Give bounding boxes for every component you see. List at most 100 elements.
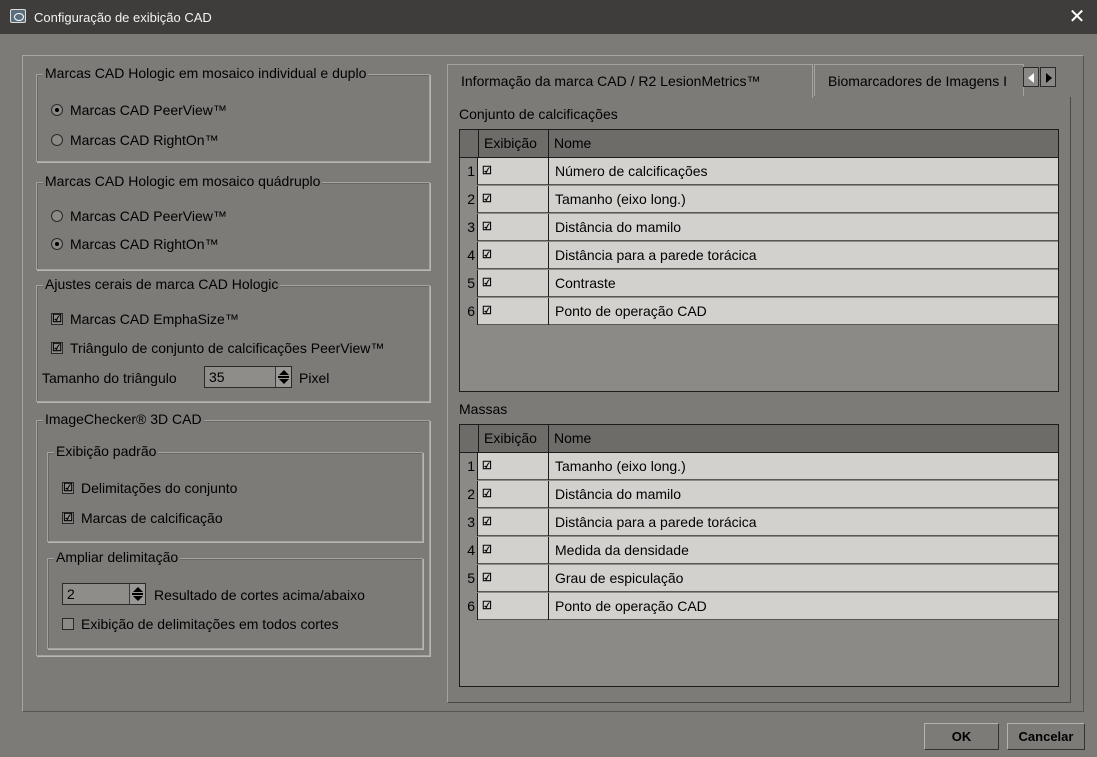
checkbox-label: Marcas CAD EmphaSize™ bbox=[70, 311, 239, 327]
row-number: 5 bbox=[460, 565, 478, 592]
group-legend: Marcas CAD Hologic em mosaico individual… bbox=[43, 65, 369, 81]
checkbox-checked-icon[interactable]: ☑ bbox=[482, 305, 494, 317]
triangle-size-value[interactable]: 35 bbox=[205, 367, 275, 387]
table-row[interactable]: 2 ☑ Tamanho (eixo long.) bbox=[460, 186, 1058, 213]
row-number: 6 bbox=[460, 593, 478, 620]
checkbox-label: Exibição de delimitações em todos cortes bbox=[81, 616, 339, 632]
radio-label: Marcas CAD PeerView™ bbox=[70, 102, 227, 118]
tab-cad-mark-info[interactable]: Informação da marca CAD / R2 LesionMetri… bbox=[447, 64, 813, 98]
checkbox-checked-icon[interactable]: ☑ bbox=[51, 342, 63, 354]
radio-label: Marcas CAD RightOn™ bbox=[70, 132, 219, 148]
group-imagechecker-3d: ImageChecker® 3D CAD Exibição padrão ☑ D… bbox=[36, 411, 430, 656]
triangle-size-stepper[interactable]: 35 bbox=[204, 366, 292, 388]
radio-peerview-quad[interactable]: Marcas CAD PeerView™ bbox=[51, 208, 227, 224]
table-row[interactable]: 1 ☑ Tamanho (eixo long.) bbox=[460, 453, 1058, 480]
row-name: Distância do mamilo bbox=[555, 219, 682, 235]
radio-righton-quad[interactable]: Marcas CAD RightOn™ bbox=[51, 236, 219, 252]
radio-selected-icon[interactable] bbox=[51, 238, 63, 250]
row-name: Ponto de operação CAD bbox=[555, 303, 707, 319]
checkbox-checked-icon[interactable]: ☑ bbox=[482, 165, 494, 177]
table-row[interactable]: 4 ☑ Medida da densidade bbox=[460, 537, 1058, 564]
slices-value[interactable]: 2 bbox=[63, 584, 129, 604]
radio-peerview-single[interactable]: Marcas CAD PeerView™ bbox=[51, 102, 227, 118]
cancel-button[interactable]: Cancelar bbox=[1007, 723, 1085, 750]
radio-label: Marcas CAD PeerView™ bbox=[70, 208, 227, 224]
row-number: 4 bbox=[460, 537, 478, 564]
table-row[interactable]: 6 ☑ Ponto de operação CAD bbox=[460, 298, 1058, 325]
checkbox-triangle[interactable]: ☑ Triângulo de conjunto de calcificações… bbox=[51, 340, 384, 356]
table-row[interactable]: 5 ☑ Grau de espiculação bbox=[460, 565, 1058, 592]
checkbox-checked-icon[interactable]: ☑ bbox=[62, 482, 74, 494]
header-display[interactable]: Exibição bbox=[478, 130, 549, 157]
checkbox-checked-icon[interactable]: ☑ bbox=[482, 460, 494, 472]
column-divider bbox=[548, 242, 549, 269]
checkbox-checked-icon[interactable]: ☑ bbox=[51, 313, 63, 325]
checkbox-cluster-bounds[interactable]: ☑ Delimitações do conjunto bbox=[62, 480, 237, 496]
checkbox-checked-icon[interactable]: ☑ bbox=[482, 544, 494, 556]
row-number: 4 bbox=[460, 242, 478, 269]
row-number: 3 bbox=[460, 509, 478, 536]
checkbox-emphasize[interactable]: ☑ Marcas CAD EmphaSize™ bbox=[51, 311, 239, 327]
column-divider bbox=[548, 593, 549, 620]
tab-imaging-biomarkers[interactable]: Biomarcadores de Imagens I bbox=[814, 64, 1024, 96]
table-header: Exibição Nome bbox=[460, 130, 1058, 158]
spin-arrows-icon[interactable] bbox=[275, 367, 291, 387]
radio-righton-single[interactable]: Marcas CAD RightOn™ bbox=[51, 132, 219, 148]
checkbox-checked-icon[interactable]: ☑ bbox=[482, 488, 494, 500]
column-divider bbox=[548, 214, 549, 241]
checkbox-checked-icon[interactable]: ☑ bbox=[482, 193, 494, 205]
checkbox-checked-icon[interactable]: ☑ bbox=[62, 512, 74, 524]
checkbox-all-slices[interactable]: Exibição de delimitações em todos cortes bbox=[62, 616, 339, 632]
group-quad-mosaic: Marcas CAD Hologic em mosaico quádruplo … bbox=[36, 173, 430, 270]
column-divider bbox=[548, 481, 549, 508]
checkbox-calc-marks[interactable]: ☑ Marcas de calcificação bbox=[62, 510, 223, 526]
column-divider bbox=[548, 298, 549, 325]
table-row[interactable]: 5 ☑ Contraste bbox=[460, 270, 1058, 297]
column-divider bbox=[548, 509, 549, 536]
table-row[interactable]: 3 ☑ Distância para a parede torácica bbox=[460, 509, 1058, 536]
radio-selected-icon[interactable] bbox=[51, 104, 63, 116]
tab-scroll-right-icon[interactable] bbox=[1040, 67, 1056, 87]
checkbox-label: Marcas de calcificação bbox=[81, 510, 223, 526]
radio-icon[interactable] bbox=[51, 134, 63, 146]
row-number: 6 bbox=[460, 298, 478, 325]
checkbox-checked-icon[interactable]: ☑ bbox=[482, 277, 494, 289]
row-number: 2 bbox=[460, 186, 478, 213]
group-legend: Marcas CAD Hologic em mosaico quádruplo bbox=[43, 173, 323, 189]
checkbox-checked-icon[interactable]: ☑ bbox=[482, 221, 494, 233]
row-name: Contraste bbox=[555, 275, 616, 291]
checkbox-checked-icon[interactable]: ☑ bbox=[482, 600, 494, 612]
spin-arrows-icon[interactable] bbox=[129, 584, 145, 604]
tab-scroll-left-icon[interactable] bbox=[1023, 67, 1039, 87]
table-row[interactable]: 4 ☑ Distância para a parede torácica bbox=[460, 242, 1058, 269]
radio-icon[interactable] bbox=[51, 210, 63, 222]
mass-table: Exibição Nome 1 ☑ Tamanho (eixo long.) 2 ☑ Di… bbox=[459, 424, 1059, 687]
slices-stepper[interactable]: 2 bbox=[62, 583, 146, 605]
checkbox-checked-icon[interactable]: ☑ bbox=[482, 249, 494, 261]
group-legend: Ajustes cerais de marca CAD Hologic bbox=[43, 276, 281, 292]
row-name: Medida da densidade bbox=[555, 542, 689, 558]
group-default-display: Exibição padrão ☑ Delimitações do conjun… bbox=[47, 443, 423, 542]
header-name[interactable]: Nome bbox=[548, 130, 1058, 157]
row-number: 1 bbox=[460, 453, 478, 480]
header-display[interactable]: Exibição bbox=[478, 425, 549, 452]
group-legend: ImageChecker® 3D CAD bbox=[43, 411, 204, 427]
row-number: 2 bbox=[460, 481, 478, 508]
mass-section-title: Massas bbox=[459, 401, 508, 417]
table-row[interactable]: 1 ☑ Número de calcificações bbox=[460, 158, 1058, 185]
checkbox-checked-icon[interactable]: ☑ bbox=[482, 516, 494, 528]
ok-button[interactable]: OK bbox=[924, 723, 999, 750]
close-icon[interactable]: ✕ bbox=[1057, 0, 1097, 34]
app-icon bbox=[10, 9, 26, 23]
checkbox-label: Delimitações do conjunto bbox=[81, 480, 238, 496]
column-divider bbox=[548, 186, 549, 213]
triangle-size-label: Tamanho do triângulo bbox=[42, 370, 177, 386]
checkbox-checked-icon[interactable]: ☑ bbox=[482, 572, 494, 584]
header-name[interactable]: Nome bbox=[548, 425, 1058, 452]
calc-section-title: Conjunto de calcificações bbox=[459, 106, 618, 122]
table-row[interactable]: 3 ☑ Distância do mamilo bbox=[460, 214, 1058, 241]
row-name: Número de calcificações bbox=[555, 163, 708, 179]
checkbox-unchecked-icon[interactable] bbox=[62, 618, 74, 630]
table-row[interactable]: 6 ☑ Ponto de operação CAD bbox=[460, 593, 1058, 620]
table-row[interactable]: 2 ☑ Distância do mamilo bbox=[460, 481, 1058, 508]
